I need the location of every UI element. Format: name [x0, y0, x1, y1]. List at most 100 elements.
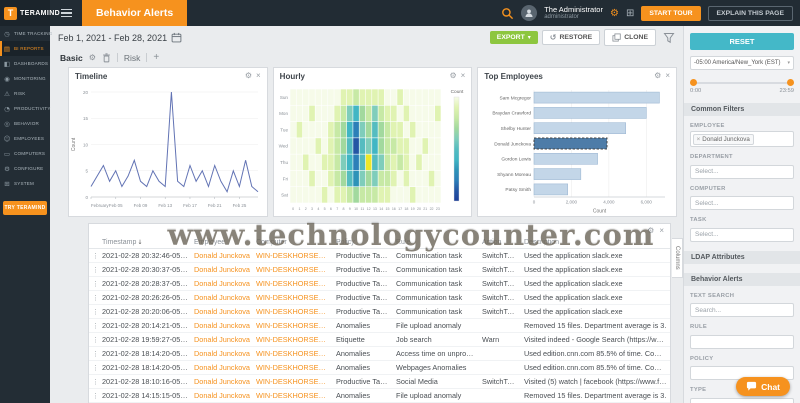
- row-menu-icon[interactable]: ⋮: [89, 277, 99, 291]
- row-menu-icon[interactable]: ⋮: [89, 305, 99, 319]
- chat-button[interactable]: Chat: [736, 377, 790, 396]
- employee-filter[interactable]: ×Donald Junckova: [690, 131, 794, 147]
- cell-employee-link[interactable]: Donald Junckova: [191, 249, 253, 263]
- row-menu-icon[interactable]: ⋮: [89, 291, 99, 305]
- col-policy[interactable]: Policy: [333, 237, 393, 249]
- cell-computer-link[interactable]: WIN-DESKHORSEPER: [253, 291, 333, 305]
- clone-button[interactable]: CLONE: [604, 29, 656, 46]
- table-row[interactable]: ⋮2021-02-28 18:14:20-05:00Donald Junckov…: [89, 361, 670, 375]
- section-ldap-attributes[interactable]: LDAP Attributes: [684, 251, 800, 264]
- cell-employee-link[interactable]: Donald Junckova: [191, 389, 253, 403]
- filter-icon[interactable]: [663, 32, 675, 44]
- date-range[interactable]: Feb 1, 2021 - Feb 28, 2021: [58, 33, 167, 43]
- panel-settings-icon[interactable]: ⚙: [245, 72, 252, 80]
- cell-computer-link[interactable]: WIN-DESKHORSEPER: [253, 333, 333, 347]
- sidebar-item-computers[interactable]: ▭COMPUTERS: [0, 146, 50, 161]
- table-row[interactable]: ⋮2021-02-28 20:32:46-05:00Donald Junckov…: [89, 249, 670, 263]
- section-common-filters[interactable]: Common Filters: [684, 103, 800, 116]
- col-timestamp[interactable]: Timestamp↓: [99, 237, 191, 249]
- table-row[interactable]: ⋮2021-02-28 20:26:26-05:00Donald Junckov…: [89, 291, 670, 305]
- section-behavior-alerts[interactable]: Behavior Alerts: [684, 273, 800, 286]
- table-row[interactable]: ⋮2021-02-28 20:30:37-05:00Donald Junckov…: [89, 263, 670, 277]
- cell-computer-link[interactable]: WIN-DESKHORSEPER: [253, 249, 333, 263]
- try-teramind-button[interactable]: TRY TERAMIND: [3, 201, 47, 215]
- tab-basic[interactable]: Basic: [60, 53, 83, 63]
- row-menu-icon[interactable]: ⋮: [89, 375, 99, 389]
- export-button[interactable]: EXPORT▾: [490, 31, 538, 44]
- col-computer[interactable]: Computer: [253, 237, 333, 249]
- table-row[interactable]: ⋮2021-02-28 14:15:15-05:00Donald Junckov…: [89, 389, 670, 403]
- row-menu-icon[interactable]: ⋮: [89, 263, 99, 277]
- tab-risk[interactable]: Risk: [124, 53, 141, 63]
- sidebar-item-behavior[interactable]: ◎BEHAVIOR: [0, 116, 50, 131]
- table-row[interactable]: ⋮2021-02-28 20:14:21-05:00Donald Junckov…: [89, 319, 670, 333]
- panel-close-icon[interactable]: ×: [461, 72, 466, 80]
- col-employee[interactable]: Employee: [191, 237, 253, 249]
- time-range-slider[interactable]: [690, 79, 794, 86]
- teramind-logo[interactable]: T TERAMIND: [0, 0, 50, 26]
- tab-delete-icon[interactable]: [102, 53, 111, 63]
- timeline-chart[interactable]: 05101520FebruaryFeb 05Feb 09Feb 13Feb 17…: [69, 84, 266, 215]
- cell-employee-link[interactable]: Donald Junckova: [191, 361, 253, 375]
- cell-computer-link[interactable]: WIN-DESKHORSEPER: [253, 347, 333, 361]
- cell-employee-link[interactable]: Donald Junckova: [191, 263, 253, 277]
- sidebar-item-employees[interactable]: ☺EMPLOYEES: [0, 131, 50, 146]
- table-row[interactable]: ⋮2021-02-28 18:14:20-05:00Donald Junckov…: [89, 347, 670, 361]
- cell-employee-link[interactable]: Donald Junckova: [191, 333, 253, 347]
- hourly-heatmap[interactable]: SunMonTueWedThuFriSat0123456789101112131…: [274, 84, 471, 215]
- row-menu-icon[interactable]: ⋮: [89, 389, 99, 403]
- col-rule[interactable]: Rule: [393, 237, 479, 249]
- cell-computer-link[interactable]: WIN-DESKHORSEPER: [253, 389, 333, 403]
- add-tab-button[interactable]: +: [153, 52, 159, 63]
- search-icon[interactable]: [501, 7, 514, 20]
- settings-gear-icon[interactable]: ⚙: [610, 8, 619, 19]
- row-menu-icon[interactable]: ⋮: [89, 361, 99, 375]
- table-settings-icon[interactable]: ⚙: [647, 227, 654, 235]
- calendar-icon[interactable]: [171, 32, 182, 43]
- apps-grid-icon[interactable]: ⊞: [626, 8, 634, 19]
- row-menu-icon[interactable]: ⋮: [89, 347, 99, 361]
- type-select[interactable]: [690, 398, 794, 403]
- cell-employee-link[interactable]: Donald Junckova: [191, 375, 253, 389]
- cell-employee-link[interactable]: Donald Junckova: [191, 347, 253, 361]
- table-row[interactable]: ⋮2021-02-28 18:10:16-05:00Donald Junckov…: [89, 375, 670, 389]
- table-row[interactable]: ⋮2021-02-28 20:20:06-05:00Donald Junckov…: [89, 305, 670, 319]
- sidebar-item-dashboards[interactable]: ◧DASHBOARDS: [0, 56, 50, 71]
- cell-employee-link[interactable]: Donald Junckova: [191, 305, 253, 319]
- cell-computer-link[interactable]: WIN-DESKHORSEPER: [253, 361, 333, 375]
- col-action[interactable]: Action: [479, 237, 521, 249]
- panel-settings-icon[interactable]: ⚙: [654, 72, 661, 80]
- explain-page-button[interactable]: EXPLAIN THIS PAGE: [708, 6, 793, 21]
- sidebar-item-configure[interactable]: ⚙CONFIGURE: [0, 161, 50, 176]
- cell-computer-link[interactable]: WIN-DESKHORSEPER: [253, 319, 333, 333]
- tab-settings-gear-icon[interactable]: ⚙: [89, 53, 96, 62]
- sidebar-item-monitoring[interactable]: ◉MONITORING: [0, 71, 50, 86]
- columns-tab[interactable]: Columns: [672, 238, 683, 278]
- text-search-input[interactable]: [690, 303, 794, 317]
- sidebar-item-bi-reports[interactable]: ▤BI REPORTS: [0, 41, 50, 56]
- cell-computer-link[interactable]: WIN-DESKHORSEPER: [253, 277, 333, 291]
- cell-computer-link[interactable]: WIN-DESKHORSEPER: [253, 263, 333, 277]
- panel-settings-icon[interactable]: ⚙: [450, 72, 457, 80]
- sidebar-item-time-tracking[interactable]: ◷TIME TRACKING: [0, 26, 50, 41]
- table-row[interactable]: ⋮2021-02-28 19:59:27-05:00Donald Junckov…: [89, 333, 670, 347]
- remove-chip-icon[interactable]: ×: [697, 136, 701, 143]
- row-menu-icon[interactable]: ⋮: [89, 319, 99, 333]
- sidebar-item-productivity[interactable]: ◔PRODUCTIVITY: [0, 101, 50, 116]
- row-menu-icon[interactable]: ⋮: [89, 249, 99, 263]
- col-description[interactable]: Description: [521, 237, 670, 249]
- cell-employee-link[interactable]: Donald Junckova: [191, 319, 253, 333]
- cell-employee-link[interactable]: Donald Junckova: [191, 291, 253, 305]
- menu-icon[interactable]: [54, 0, 78, 26]
- reset-button[interactable]: RESET: [690, 33, 794, 50]
- top-employees-chart[interactable]: 02,0004,0006,000Sam McgregorBraydan Craw…: [478, 84, 675, 215]
- rule-select[interactable]: [690, 335, 794, 349]
- start-tour-button[interactable]: START TOUR: [641, 6, 700, 21]
- task-select[interactable]: [690, 228, 794, 242]
- cell-employee-link[interactable]: Donald Junckova: [191, 277, 253, 291]
- department-select[interactable]: [690, 165, 794, 179]
- timezone-select[interactable]: -05:00 America/New_York (EST) ▾: [690, 56, 794, 70]
- table-close-icon[interactable]: ×: [659, 227, 664, 235]
- slider-handle-start[interactable]: [690, 79, 697, 86]
- computer-select[interactable]: [690, 196, 794, 210]
